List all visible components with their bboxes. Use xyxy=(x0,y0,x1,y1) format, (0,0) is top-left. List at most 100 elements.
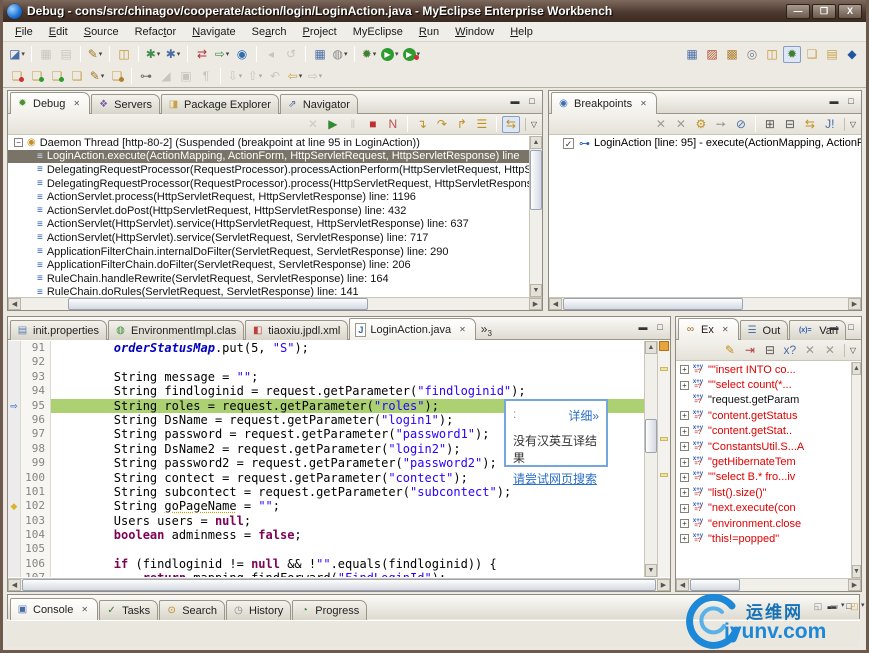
tab-close-icon[interactable]: ✕ xyxy=(638,98,649,109)
popup-web-search-link[interactable]: 请尝试网页搜索 xyxy=(513,470,599,487)
perspective-image-icon[interactable]: ▨ xyxy=(703,46,721,63)
annotation-marker[interactable] xyxy=(660,473,668,477)
maximize-view-button[interactable]: □ xyxy=(844,95,858,108)
open-file-red-icon[interactable]: ❏ xyxy=(8,68,26,85)
mark-occurrences-icon[interactable]: ▣ xyxy=(177,68,195,85)
tab-search[interactable]: ⊙Search xyxy=(159,600,225,620)
expression-item[interactable]: x+y=?"request.getParam xyxy=(676,393,851,408)
scroll-right-arrow[interactable]: ▶ xyxy=(529,298,542,310)
tab-ex[interactable]: ∞Ex✕ xyxy=(678,318,739,340)
editor-horizontal-scrollbar[interactable]: ◀ ▶ xyxy=(8,578,670,591)
tab-progress[interactable]: ◔Progress xyxy=(292,600,367,620)
debug-vertical-scrollbar[interactable]: ▲ ▼ xyxy=(529,136,542,297)
breakpoint-ruler[interactable] xyxy=(8,442,21,456)
breakpoint-checkbox[interactable]: ✓ xyxy=(563,138,574,149)
menu-item-file[interactable]: File xyxy=(7,24,41,40)
view-menu-button[interactable]: ▽ xyxy=(844,118,858,131)
popup-detail-link[interactable]: 详细» xyxy=(568,407,599,424)
scroll-left-arrow[interactable]: ◀ xyxy=(549,298,562,310)
breakpoint-ruler[interactable] xyxy=(8,427,21,441)
menu-item-edit[interactable]: Edit xyxy=(41,24,76,40)
code-line[interactable]: 92 xyxy=(8,355,644,369)
breakpoint-ruler[interactable] xyxy=(8,341,21,355)
stack-frame[interactable]: ≡LoginAction.execute(ActionMapping, Acti… xyxy=(8,150,529,164)
remove-expression-icon[interactable]: ✕ xyxy=(801,342,819,359)
new-class-icon[interactable]: ✱▾ xyxy=(144,46,162,63)
menu-item-myeclipse[interactable]: MyEclipse xyxy=(345,24,411,40)
run-icon[interactable]: ▶▾ xyxy=(380,46,400,63)
code-line[interactable]: 94 String findloginid = request.getParam… xyxy=(8,384,644,398)
stack-frame[interactable]: ≡ActionServlet.process(HttpServletReques… xyxy=(8,190,529,204)
web-page-icon[interactable]: ◫ xyxy=(115,46,133,63)
minimize-view-button[interactable]: ▬ xyxy=(827,321,841,334)
view-menu-button[interactable]: ▽ xyxy=(844,344,858,357)
expression-item[interactable]: +x+y=?"list().size()" xyxy=(676,485,851,500)
show-logical-structure-icon[interactable]: ⇥ xyxy=(741,342,759,359)
tab-console[interactable]: ▣Console✕ xyxy=(10,598,98,620)
collapse-all-icon[interactable]: ⊟ xyxy=(761,342,779,359)
step-into-icon[interactable]: ↴ xyxy=(413,116,431,133)
go-to-file-icon[interactable]: ➙ xyxy=(712,116,730,133)
breakpoint-ruler[interactable] xyxy=(8,384,21,398)
disconnect-icon[interactable]: N xyxy=(384,116,402,133)
breakpoints-horizontal-scrollbar[interactable]: ◀ ▶ xyxy=(549,297,861,310)
expressions-vertical-scrollbar[interactable]: ▲ ▼ xyxy=(851,362,861,578)
stack-frame[interactable]: ≡RuleChain.handleRewrite(ServletRequest,… xyxy=(8,272,529,286)
step-over-icon[interactable]: ↷ xyxy=(433,116,451,133)
minimize-view-button[interactable]: ▬ xyxy=(636,321,650,334)
menu-item-search[interactable]: Search xyxy=(244,24,295,40)
tab-close-icon[interactable]: ✕ xyxy=(720,324,731,335)
stack-frame[interactable]: ≡DelegatingRequestProcessor(RequestProce… xyxy=(8,177,529,191)
expand-expander-icon[interactable]: + xyxy=(680,519,689,528)
instruction-pointer-icon[interactable]: ⇨ xyxy=(8,399,21,413)
next-annotation-icon[interactable]: ⇩▾ xyxy=(226,68,244,85)
perspective-debug-icon[interactable]: ✹ xyxy=(783,46,801,63)
scroll-up-arrow[interactable]: ▲ xyxy=(645,341,657,354)
scroll-up-arrow[interactable]: ▲ xyxy=(530,136,542,149)
debug-view-layout-icon[interactable]: ⇆ xyxy=(502,116,520,133)
editor-vertical-scrollbar[interactable]: ▲ ▼ xyxy=(644,341,657,577)
stack-frame[interactable]: ≡ApplicationFilterChain.internalDoFilter… xyxy=(8,245,529,259)
expression-item[interactable]: +x+y=?"this!=popped" xyxy=(676,531,851,546)
new-report-icon[interactable]: ▦ xyxy=(311,46,329,63)
scroll-down-arrow[interactable]: ▼ xyxy=(530,284,542,297)
show-type-names-icon[interactable]: ✎ xyxy=(721,342,739,359)
new-wizard-icon[interactable]: ◪▾ xyxy=(8,46,26,63)
perspective-svn-icon[interactable]: ▤ xyxy=(823,46,841,63)
expression-item[interactable]: +x+y=?"content.getStatus xyxy=(676,408,851,423)
expand-all-icon[interactable]: ⊞ xyxy=(761,116,779,133)
scroll-right-arrow[interactable]: ▶ xyxy=(657,579,670,591)
web-browser-icon[interactable]: ◉ xyxy=(233,46,251,63)
view-menu-button[interactable]: ▽ xyxy=(525,118,539,131)
code-line[interactable]: 91 orderStatusMap.put(5, "S"); xyxy=(8,341,644,355)
print-icon[interactable]: ▤ xyxy=(57,46,75,63)
breakpoint-ruler[interactable] xyxy=(8,528,21,542)
scroll-left-arrow[interactable]: ◀ xyxy=(676,579,689,591)
tab-close-icon[interactable]: ✕ xyxy=(71,98,82,109)
use-step-filters-icon[interactable]: ☰ xyxy=(473,116,491,133)
breakpoint-ruler[interactable] xyxy=(8,514,21,528)
expand-expander-icon[interactable]: + xyxy=(680,473,689,482)
tab-tasks[interactable]: ✓Tasks xyxy=(99,600,158,620)
thread-row[interactable]: − ◉ Daemon Thread [http-80-2] (Suspended… xyxy=(8,136,529,150)
web-services-icon[interactable]: ◍▾ xyxy=(331,46,349,63)
code-line[interactable]: ◆102 String goPageName = ""; xyxy=(8,499,644,513)
remove-terminated-icon[interactable]: ✕ xyxy=(304,116,322,133)
code-line[interactable]: 101 String subcontect = request.getParam… xyxy=(8,485,644,499)
remove-all-expressions-icon[interactable]: ✕ xyxy=(821,342,839,359)
maximize-view-button[interactable]: □ xyxy=(525,95,539,108)
suspend-icon[interactable]: ‖ xyxy=(344,116,362,133)
stack-frame[interactable]: ≡RuleChain.doRules(ServletRequest, Servl… xyxy=(8,286,529,297)
open-resource-icon[interactable]: ❏ xyxy=(68,68,86,85)
search-folder-icon[interactable]: ❏ xyxy=(108,68,126,85)
minimize-view-button[interactable]: ▬ xyxy=(827,95,841,108)
resume-icon[interactable]: ▶ xyxy=(324,116,342,133)
overview-ruler[interactable] xyxy=(657,341,670,577)
code-line[interactable]: 93 String message = ""; xyxy=(8,370,644,384)
expand-expander-icon[interactable]: + xyxy=(680,442,689,451)
scroll-left-arrow[interactable]: ◀ xyxy=(8,298,21,310)
expression-item[interactable]: +x+y=?""select count(*... xyxy=(676,377,851,392)
scroll-thumb[interactable] xyxy=(563,298,743,310)
menu-item-navigate[interactable]: Navigate xyxy=(184,24,243,40)
scroll-right-arrow[interactable]: ▶ xyxy=(848,298,861,310)
